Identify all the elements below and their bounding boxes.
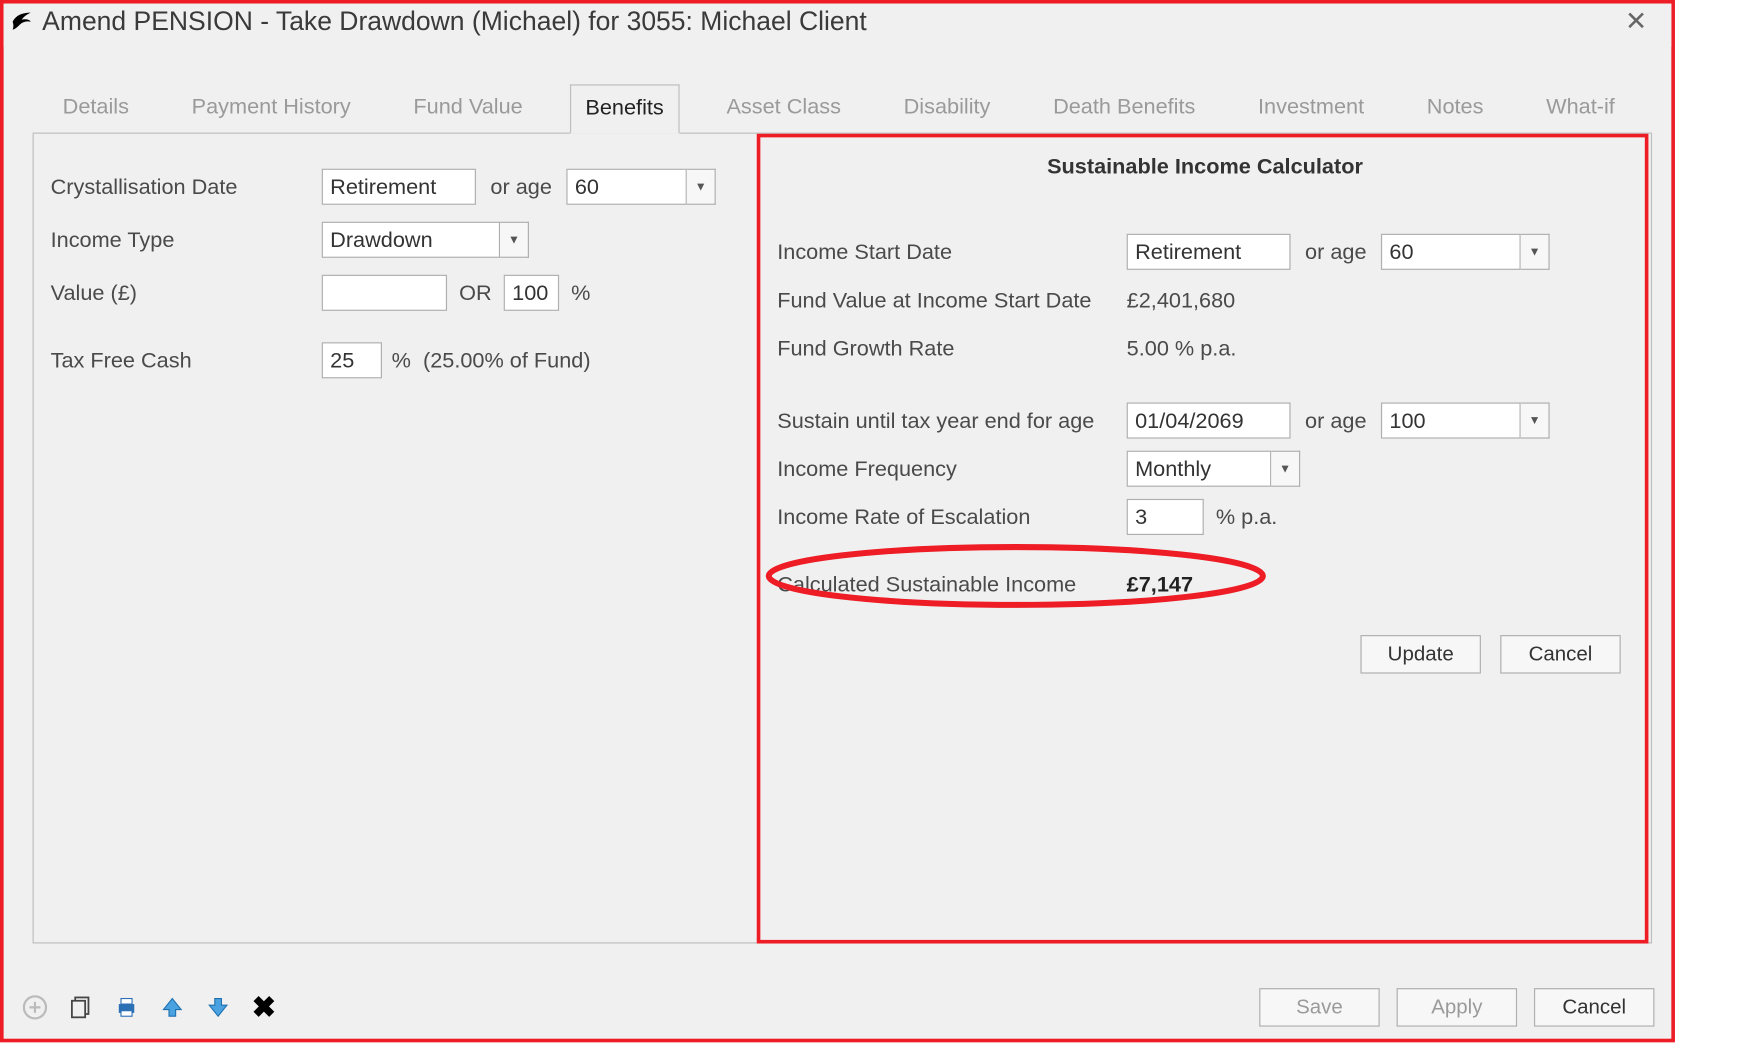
tab-disability[interactable]: Disability bbox=[888, 83, 1006, 132]
value-percent-input[interactable] bbox=[504, 275, 559, 311]
save-button[interactable]: Save bbox=[1259, 988, 1380, 1027]
bottom-cancel-button[interactable]: Cancel bbox=[1534, 988, 1655, 1027]
window-title: Amend PENSION - Take Drawdown (Michael) … bbox=[42, 6, 867, 37]
tax-free-cash-input[interactable] bbox=[322, 342, 382, 378]
income-frequency-label: Income Frequency bbox=[777, 456, 1126, 481]
move-up-icon[interactable] bbox=[158, 993, 187, 1022]
fund-growth-rate-label: Fund Growth Rate bbox=[777, 336, 1126, 361]
escalation-rate-label: Income Rate of Escalation bbox=[777, 504, 1126, 529]
tab-fund-value[interactable]: Fund Value bbox=[398, 83, 539, 132]
tab-benefits[interactable]: Benefits bbox=[570, 84, 680, 133]
crystallisation-date-label: Crystallisation Date bbox=[51, 174, 322, 199]
fund-growth-rate-value: 5.00 % p.a. bbox=[1127, 336, 1237, 361]
value-amount-input[interactable] bbox=[322, 275, 447, 311]
sustain-until-age-dropdown-icon[interactable]: ▼ bbox=[1521, 402, 1550, 438]
crystallisation-age-dropdown-icon[interactable]: ▼ bbox=[687, 169, 716, 205]
tab-what-if[interactable]: What-if bbox=[1530, 83, 1630, 132]
benefits-panel: Crystallisation Date or age ▼ Income Typ… bbox=[33, 134, 1653, 944]
print-icon[interactable] bbox=[112, 993, 141, 1022]
fund-value-value: £2,401,680 bbox=[1127, 287, 1236, 312]
income-type-select[interactable] bbox=[322, 222, 500, 258]
sustain-until-age-input[interactable] bbox=[1381, 402, 1521, 438]
tab-death-benefits[interactable]: Death Benefits bbox=[1037, 83, 1211, 132]
move-down-icon[interactable] bbox=[204, 993, 233, 1022]
or-age-label-2: or age bbox=[1305, 239, 1367, 264]
income-frequency-select[interactable] bbox=[1127, 451, 1272, 487]
or-label: OR bbox=[459, 280, 492, 305]
app-icon bbox=[8, 8, 35, 35]
crystallisation-age-input[interactable] bbox=[566, 169, 687, 205]
tab-strip: Details Payment History Fund Value Benef… bbox=[33, 83, 1653, 132]
sustain-until-label: Sustain until tax year end for age bbox=[777, 408, 1126, 433]
sustain-until-date-input[interactable] bbox=[1127, 402, 1291, 438]
income-start-age-input[interactable] bbox=[1381, 234, 1521, 270]
income-frequency-dropdown-icon[interactable]: ▼ bbox=[1271, 451, 1300, 487]
income-start-age-dropdown-icon[interactable]: ▼ bbox=[1521, 234, 1550, 270]
tab-notes[interactable]: Notes bbox=[1411, 83, 1499, 132]
add-icon[interactable] bbox=[20, 993, 49, 1022]
escalation-rate-input[interactable] bbox=[1127, 499, 1204, 535]
percent-sign-2: % bbox=[392, 348, 411, 373]
tab-payment-history[interactable]: Payment History bbox=[176, 83, 366, 132]
tab-details[interactable]: Details bbox=[47, 83, 145, 132]
income-start-date-input[interactable] bbox=[1127, 234, 1291, 270]
escalation-suffix: % p.a. bbox=[1216, 504, 1277, 529]
income-start-date-label: Income Start Date bbox=[777, 239, 1126, 264]
update-button[interactable]: Update bbox=[1360, 635, 1481, 674]
fund-value-label: Fund Value at Income Start Date bbox=[777, 287, 1126, 312]
income-type-label: Income Type bbox=[51, 227, 322, 252]
tax-free-cash-note: (25.00% of Fund) bbox=[423, 348, 591, 373]
apply-button[interactable]: Apply bbox=[1397, 988, 1518, 1027]
calculated-income-value: £7,147 bbox=[1127, 572, 1193, 597]
copy-icon[interactable] bbox=[66, 993, 95, 1022]
crystallisation-date-input[interactable] bbox=[322, 169, 476, 205]
dialog-window: Amend PENSION - Take Drawdown (Michael) … bbox=[0, 0, 1675, 1042]
close-icon[interactable]: ✕ bbox=[1613, 6, 1659, 37]
calculator-title: Sustainable Income Calculator bbox=[777, 154, 1633, 179]
income-type-dropdown-icon[interactable]: ▼ bbox=[500, 222, 529, 258]
percent-sign: % bbox=[571, 280, 590, 305]
or-age-label: or age bbox=[490, 174, 552, 199]
or-age-label-3: or age bbox=[1305, 408, 1367, 433]
delete-icon[interactable]: ✖ bbox=[249, 993, 278, 1022]
calculated-income-label: Calculated Sustainable Income bbox=[777, 572, 1126, 597]
tab-asset-class[interactable]: Asset Class bbox=[711, 83, 857, 132]
titlebar: Amend PENSION - Take Drawdown (Michael) … bbox=[4, 4, 1672, 47]
cancel-button[interactable]: Cancel bbox=[1500, 635, 1621, 674]
sustainable-income-calculator: Sustainable Income Calculator Income Sta… bbox=[757, 134, 1649, 944]
tab-investment[interactable]: Investment bbox=[1242, 83, 1379, 132]
bottom-toolbar: ✖ Save Apply Cancel bbox=[20, 988, 1654, 1027]
value-label: Value (£) bbox=[51, 280, 322, 305]
tax-free-cash-label: Tax Free Cash bbox=[51, 348, 322, 373]
